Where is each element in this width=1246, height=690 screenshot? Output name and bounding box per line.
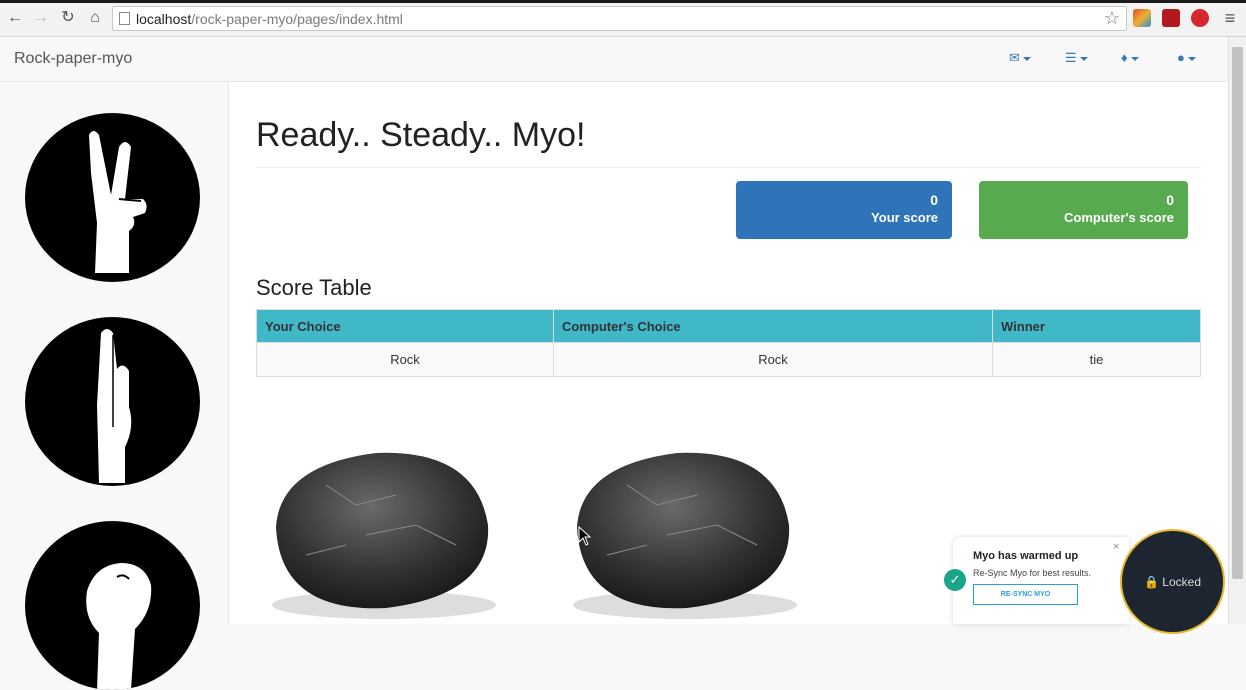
cell-computer-choice: Rock	[553, 342, 993, 377]
extension-icon[interactable]	[1133, 9, 1151, 27]
pdf-extension-icon[interactable]	[1162, 9, 1180, 27]
table-row: Rock Rock tie	[256, 342, 1201, 377]
envelope-icon[interactable]: ✉	[1009, 50, 1031, 68]
your-score-label: Your score	[871, 210, 938, 225]
scissors-gesture-icon[interactable]	[25, 113, 200, 282]
computer-score-label: Computer's score	[1063, 210, 1174, 225]
notification-title: Myo has warmed up	[973, 550, 1079, 562]
scrollbar-thumb[interactable]	[1232, 47, 1243, 579]
lock-status-label: Locked	[1162, 575, 1201, 589]
home-icon[interactable]: ⌂	[86, 9, 104, 27]
your-score-panel: 0 Your score	[736, 181, 952, 239]
check-icon: ✓	[944, 569, 966, 591]
cell-your-choice: Rock	[256, 342, 554, 377]
back-icon[interactable]: ←	[6, 9, 24, 27]
bell-icon[interactable]: ♦	[1121, 50, 1139, 68]
url-path: /rock-paper-myo/pages/index.html	[191, 11, 403, 27]
chevron-down-icon	[1130, 56, 1139, 61]
opera-extension-icon[interactable]	[1191, 9, 1209, 27]
myo-lock-status[interactable]: 🔒 Locked	[1120, 529, 1225, 634]
chevron-down-icon	[1079, 56, 1088, 61]
app-navbar: Rock-paper-myo ✉ ☰ ♦ ●	[0, 37, 1228, 82]
rock-gesture-icon[interactable]	[25, 521, 200, 690]
tasks-icon[interactable]: ☰	[1065, 50, 1088, 68]
computer-score-panel: 0 Computer's score	[979, 181, 1188, 239]
url-text: localhost/rock-paper-myo/pages/index.htm…	[136, 11, 403, 27]
address-bar[interactable]: localhost/rock-paper-myo/pages/index.htm…	[112, 6, 1127, 31]
page-header: Ready.. Steady.. Myo!	[256, 116, 1201, 168]
brand[interactable]: Rock-paper-myo	[14, 50, 132, 68]
rock-image-computer	[567, 445, 799, 624]
score-table: Your Choice Computer's Choice Winner Roc…	[256, 309, 1201, 377]
chevron-down-icon	[1022, 56, 1031, 61]
notification-message: Re-Sync Myo for best results.	[973, 568, 1092, 578]
tab-strip	[0, 0, 1246, 3]
bookmark-star-icon[interactable]: ☆	[1104, 8, 1120, 29]
mouse-cursor-icon	[578, 526, 592, 546]
rock-image-player	[266, 445, 498, 624]
url-host: localhost	[136, 11, 192, 27]
forward-icon[interactable]: →	[32, 9, 50, 27]
close-icon[interactable]: ×	[1113, 541, 1119, 553]
resync-myo-button[interactable]: RE-SYNC MYO	[973, 584, 1078, 605]
myo-notification: ✓ Myo has warmed up Re-Sync Myo for best…	[944, 537, 1129, 624]
column-header-winner: Winner	[992, 309, 1201, 343]
your-score-value: 0	[930, 192, 938, 208]
table-header-row: Your Choice Computer's Choice Winner	[256, 309, 1201, 343]
paper-gesture-icon[interactable]	[25, 317, 200, 486]
menu-icon[interactable]: ≡	[1221, 9, 1239, 27]
page-title: Ready.. Steady.. Myo!	[256, 116, 586, 154]
browser-toolbar: ← → ↻ ⌂ localhost/rock-paper-myo/pages/i…	[0, 0, 1246, 37]
cell-winner: tie	[992, 342, 1201, 377]
reload-icon[interactable]: ↻	[59, 9, 77, 27]
column-header-your-choice: Your Choice	[256, 309, 554, 343]
user-icon[interactable]: ●	[1177, 50, 1196, 68]
chevron-down-icon	[1187, 56, 1196, 61]
sidebar	[0, 82, 229, 690]
scrollbar[interactable]	[1228, 37, 1246, 624]
score-table-title: Score Table	[256, 275, 372, 300]
page-icon	[119, 12, 130, 25]
lock-icon: 🔒	[1144, 575, 1159, 589]
computer-score-value: 0	[1166, 192, 1174, 208]
column-header-computer-choice: Computer's Choice	[553, 309, 993, 343]
